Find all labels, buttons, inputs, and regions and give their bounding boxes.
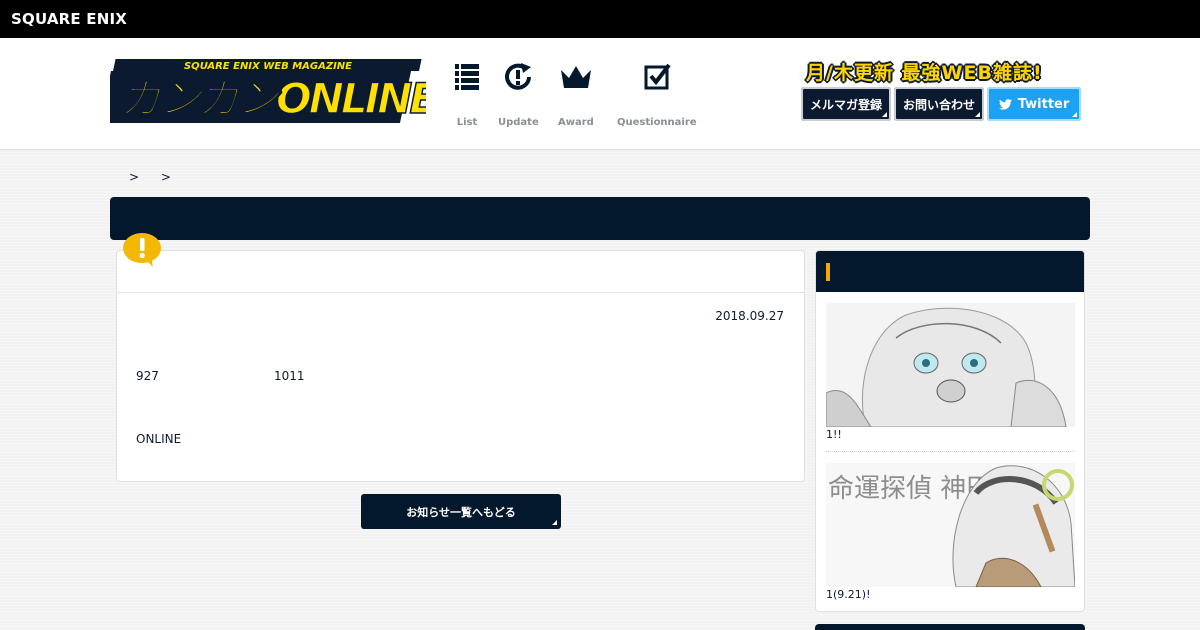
checkbox-icon [644, 63, 671, 90]
square-enix-logo[interactable]: SQUARE ENIX [11, 10, 127, 28]
breadcrumb-separator: > [129, 170, 140, 184]
manga-thumbnail-girl[interactable] [826, 303, 1075, 427]
sidebar-separator [826, 451, 1075, 452]
card-divider [117, 292, 804, 293]
nav-questionnaire-label: Questionnaire [617, 117, 697, 128]
header-tagline: 月/木更新 最強WEB雑誌! [806, 62, 1043, 84]
nav-update[interactable]: Update [498, 62, 539, 128]
nav-list-label: List [456, 117, 478, 128]
twitter-label: Twitter [1017, 96, 1070, 112]
manga-caption[interactable]: 1(9.21)! [826, 588, 870, 601]
contact-label: お問い合わせ [902, 97, 975, 112]
sidebar-panel-next [815, 624, 1085, 630]
page-title-bar [110, 197, 1090, 240]
corner-arrow-icon [552, 520, 557, 525]
mail-magazine-label: メルマガ登録 [809, 97, 882, 112]
nav-award-label: Award [558, 117, 594, 128]
gangan-online-logo[interactable]: SQUARE ENIX WEB MAGAZINE ガンガンONLINE [110, 57, 426, 127]
article-date: 2018.09.27 [715, 309, 784, 323]
exclamation-bubble-icon [123, 233, 161, 267]
site-header: SQUARE ENIX WEB MAGAZINE ガンガンONLINE List… [0, 38, 1200, 150]
nav-questionnaire[interactable]: Questionnaire [617, 62, 697, 128]
twitter-button[interactable]: Twitter [987, 87, 1081, 121]
corner-arrow-icon [975, 112, 980, 117]
nav-update-label: Update [498, 117, 539, 128]
manga-caption[interactable]: 1!! [826, 428, 842, 441]
back-to-news-list-label: お知らせ一覧へもどる [406, 505, 516, 519]
corner-arrow-icon [882, 112, 887, 117]
article-text-online: ONLINE [136, 432, 182, 446]
manga-thumbnail-detective[interactable]: 命運探偵 神田川 [826, 463, 1075, 587]
nav-list[interactable]: List [452, 62, 482, 128]
back-to-news-list-button[interactable]: お知らせ一覧へもどる [361, 494, 561, 529]
update-icon [505, 63, 532, 90]
breadcrumb-separator: > [160, 170, 171, 184]
article-text-date: 927 [136, 369, 159, 383]
crown-icon [560, 66, 591, 88]
article-text-date: 1011 [274, 369, 305, 383]
logo-wordmark: ガンガンONLINE [120, 74, 426, 123]
svg-text:SQUARE ENIX WEB MAGAZINE: SQUARE ENIX WEB MAGAZINE [184, 61, 352, 72]
nav-award[interactable]: Award [558, 62, 594, 128]
news-article-card: 2018.09.27 927 1011 ONLINE [116, 250, 805, 482]
sidebar-heading [816, 251, 1084, 292]
mail-magazine-button[interactable]: メルマガ登録 [801, 87, 891, 121]
top-bar: SQUARE ENIX [0, 0, 1200, 38]
twitter-bird-icon [998, 98, 1012, 110]
heading-accent-bar [826, 263, 830, 281]
corner-arrow-icon [1072, 112, 1077, 117]
list-icon [455, 64, 479, 90]
breadcrumb: > > [129, 170, 189, 184]
contact-button[interactable]: お問い合わせ [894, 87, 984, 121]
sidebar-panel: 1!! 命運探偵 神田川 1(9.21)! [815, 250, 1085, 612]
